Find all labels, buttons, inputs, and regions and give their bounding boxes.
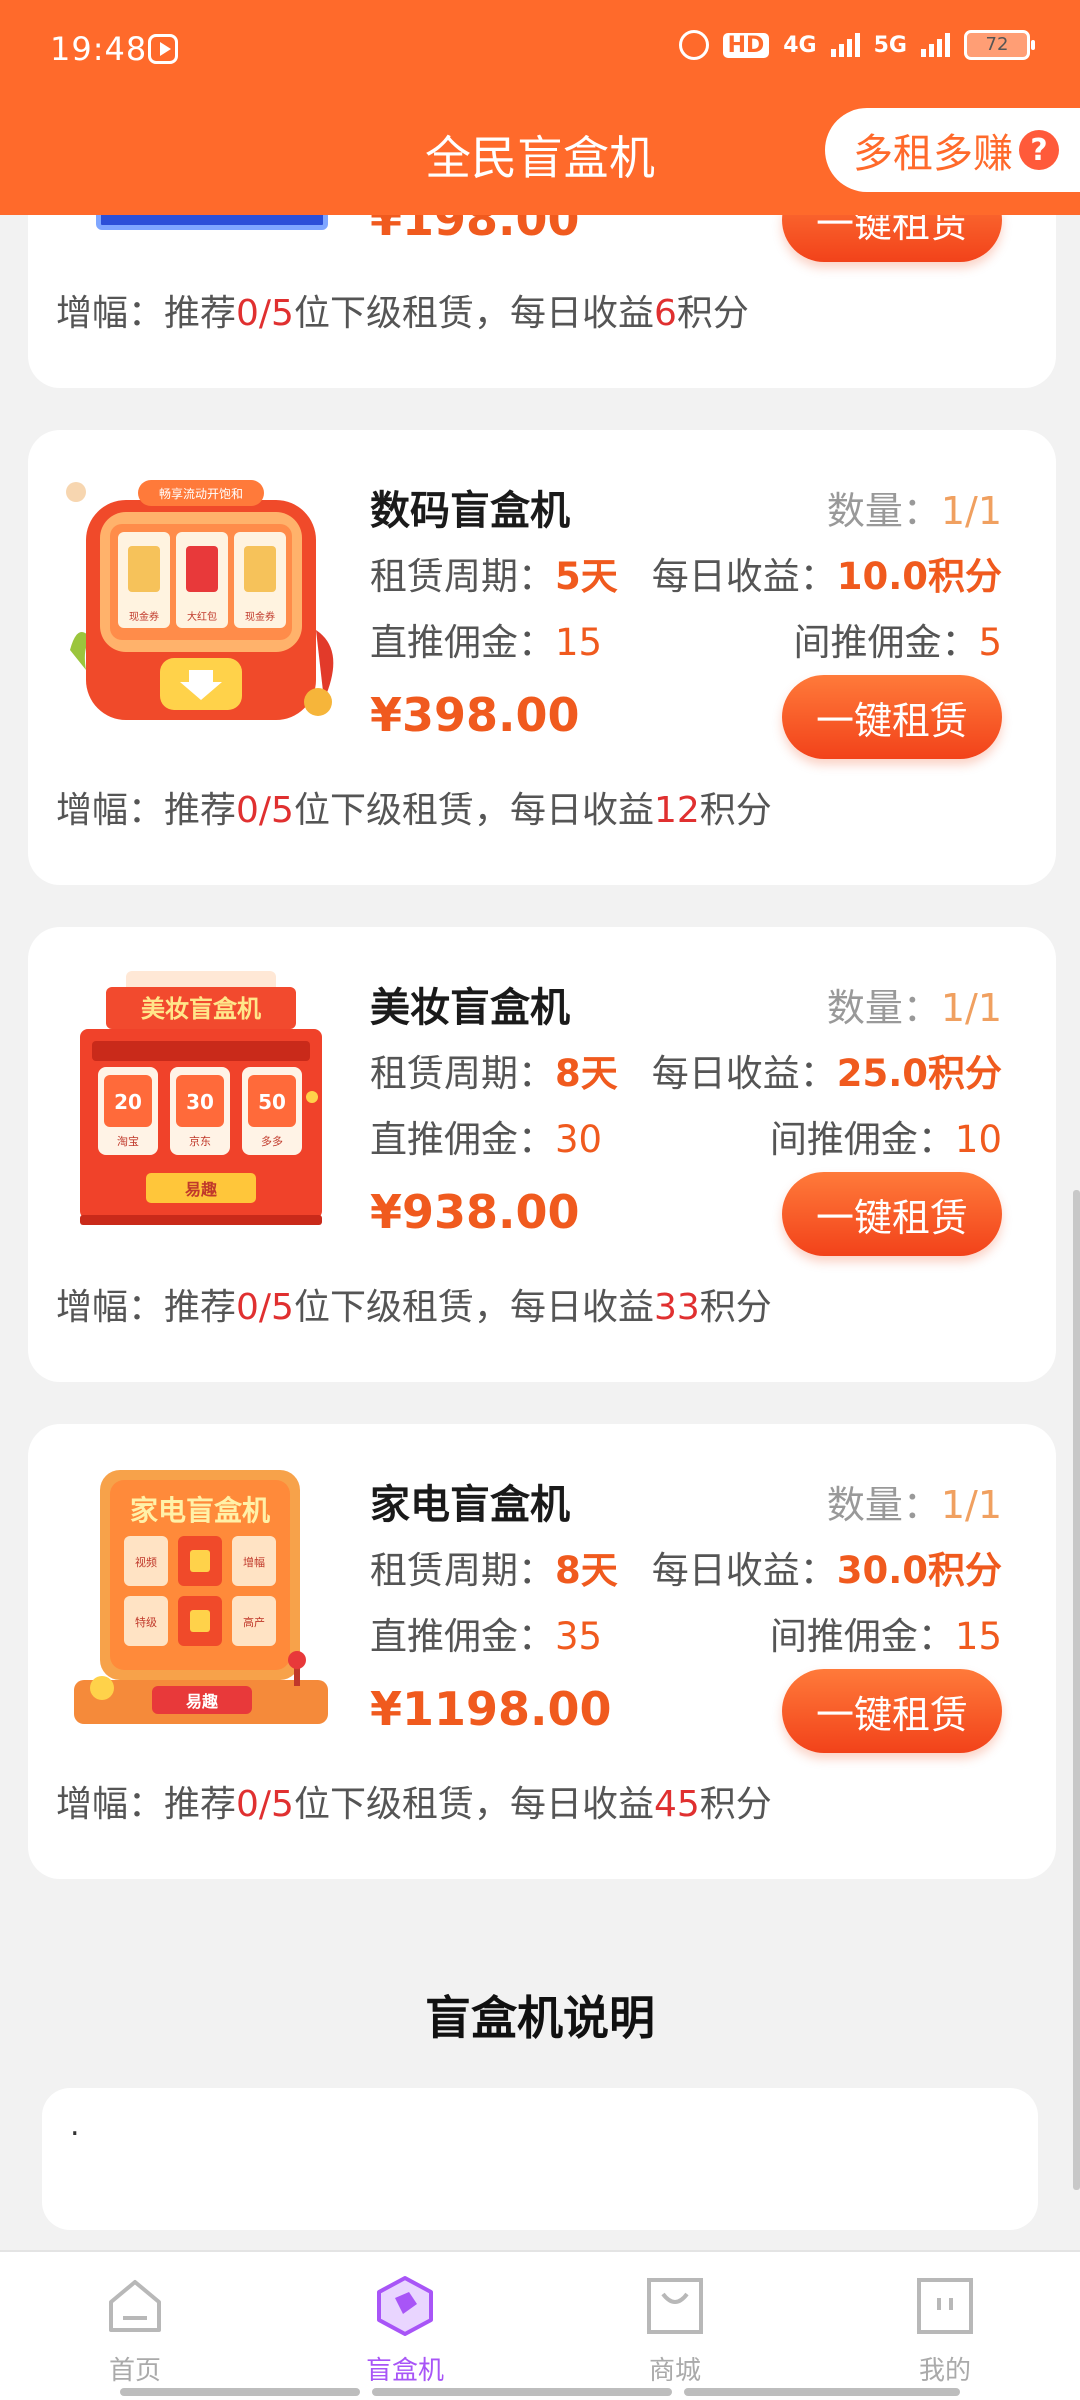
media-play-icon (148, 34, 178, 64)
appliance-blind-box-machine-image: 家电盲盒机 视频 增幅 特级 高产 易趣 (74, 1470, 328, 1724)
home-icon (109, 2280, 161, 2332)
machine-plate-text: 易趣 (185, 1180, 218, 1199)
nav-item-mine[interactable]: 我的 (810, 2252, 1080, 2400)
signal-icon (921, 33, 950, 57)
slot-sub-label: 京东 (189, 1134, 211, 1148)
product-name: 家电盲盒机 (370, 1482, 570, 1528)
machine-banner-text: 美妆盲盒机 (141, 995, 261, 1023)
network-4g-label: 4G (783, 32, 817, 58)
product-price: ¥938.00 (370, 1185, 580, 1239)
period-row: 租赁周期：5天 每日收益：10.0积分 (370, 555, 1002, 598)
cell-label: 增幅 (243, 1555, 265, 1569)
slot-value: 30 (186, 1090, 214, 1114)
nav-item-blind-box[interactable]: 盲盒机 (270, 2252, 540, 2400)
status-time: 19:48 (50, 30, 148, 68)
machine-banner-text: 畅享流动开饱和 (159, 486, 243, 501)
commission-row: 直推佣金：15 间推佣金：5 (370, 621, 1002, 664)
nav-label: 我的 (918, 2356, 971, 2386)
product-card-appliance: 家电盲盒机 视频 增幅 特级 高产 易趣 家电盲盒机 数量：1/1 租赁周期：8… (28, 1424, 1056, 1879)
multi-rent-button[interactable]: 多租多赚 ? (825, 108, 1080, 192)
alarm-icon (678, 30, 709, 60)
slot-sub-label: 淘宝 (117, 1134, 139, 1148)
status-bar: 19:48 HD 4G 5G 72 (0, 0, 1080, 100)
scrollbar[interactable] (1073, 1190, 1080, 2190)
status-icons: HD 4G 5G 72 (678, 30, 1035, 60)
product-card-digital: 畅享流动开饱和 现金券 大红包 现金券 数码盲盒机 数量：1/1 租赁周期：5天… (28, 430, 1056, 885)
nav-item-home[interactable]: 首页 (0, 2252, 270, 2400)
slot-label: 现金券 (245, 610, 275, 623)
digital-blind-box-machine-image: 畅享流动开饱和 现金券 大红包 现金券 (66, 480, 334, 720)
battery-icon: 72 (964, 30, 1035, 60)
product-price: ¥1198.00 (370, 1682, 612, 1736)
explain-title: 盲盒机说明 (425, 1991, 655, 2045)
nav-item-mall[interactable]: 商城 (540, 2252, 810, 2400)
rent-button[interactable]: 一键租赁 (782, 1172, 1002, 1256)
beauty-blind-box-machine-image: 美妆盲盒机 20 30 50 淘宝 京东 多多 易趣 (80, 971, 322, 1225)
boost-text: 增幅：推荐0/5位下级租赁，每日收益45积分 (56, 1784, 772, 1825)
product-name: 数码盲盒机 (370, 488, 570, 534)
main-content[interactable]: ¥198.00 一键租赁 增幅：推荐0/5位下级租赁，每日收益6积分 畅享流动开… (0, 0, 1080, 2250)
blind-box-icon (377, 2276, 433, 2336)
boost-text: 增幅：推荐0/5位下级租赁，每日收益12积分 (56, 790, 772, 831)
slot-value: 50 (258, 1090, 286, 1114)
product-quantity: 数量：1/1 (826, 1483, 1002, 1527)
gesture-bar (684, 2388, 960, 2396)
cell-label: 视频 (135, 1555, 157, 1569)
product-quantity: 数量：1/1 (826, 489, 1002, 533)
nav-label: 首页 (108, 2356, 161, 2386)
commission-row: 直推佣金：35 间推佣金：15 (370, 1615, 1002, 1658)
gesture-bar (120, 2388, 360, 2396)
product-price: ¥398.00 (370, 688, 580, 742)
product-card-beauty: 美妆盲盒机 20 30 50 淘宝 京东 多多 易趣 美妆盲盒机 数量：1/1 … (28, 927, 1056, 1382)
slot-sub-label: 多多 (261, 1134, 283, 1148)
product-name: 美妆盲盒机 (370, 985, 570, 1031)
nav-label: 商城 (648, 2356, 701, 2386)
slot-label: 现金券 (129, 610, 159, 623)
period-row: 租赁周期：8天 每日收益：30.0积分 (370, 1549, 1002, 1592)
signal-icon (830, 33, 860, 57)
bottom-nav: 首页 盲盒机 商城 我的 (0, 2250, 1080, 2400)
network-5g-label: 5G (873, 32, 907, 58)
machine-plate-text: 易趣 (186, 1692, 219, 1711)
period-row: 租赁周期：8天 每日收益：25.0积分 (370, 1052, 1002, 1095)
rent-button[interactable]: 一键租赁 (782, 675, 1002, 759)
commission-row: 直推佣金：30 间推佣金：10 (370, 1118, 1002, 1161)
slot-label: 大红包 (187, 610, 217, 623)
product-quantity: 数量：1/1 (826, 986, 1002, 1030)
boost-text: 增幅：推荐0/5位下级租赁，每日收益33积分 (56, 1287, 772, 1328)
shopping-bag-icon (647, 2278, 703, 2334)
gesture-bar (372, 2388, 672, 2396)
hd-icon: HD (722, 32, 770, 58)
boost-text: 增幅：推荐0/5位下级租赁，每日收益6积分 (56, 293, 749, 334)
explain-body: . (42, 2088, 1038, 2230)
profile-icon (917, 2278, 973, 2334)
help-icon[interactable]: ? (1019, 130, 1059, 170)
rent-button[interactable]: 一键租赁 (782, 1669, 1002, 1753)
multi-rent-label: 多租多赚 (853, 131, 1013, 177)
cell-label: 高产 (243, 1615, 265, 1629)
app-header: 19:48 HD 4G 5G 72 全民盲盒机 多租多赚 ? (0, 0, 1080, 215)
cell-label: 特级 (135, 1615, 157, 1629)
slot-value: 20 (114, 1090, 142, 1114)
machine-banner-text: 家电盲盒机 (130, 1494, 270, 1527)
nav-label: 盲盒机 (365, 2356, 444, 2386)
